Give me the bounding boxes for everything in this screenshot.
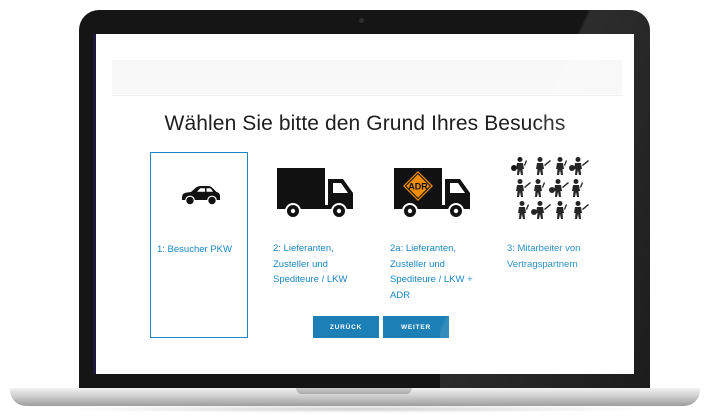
worker-figure-icon [569, 157, 589, 175]
option-visitor-car[interactable]: 1: Besucher PKW [150, 152, 248, 338]
page-title: Wählen Sie bitte den Grund Ihres Besuchs [164, 112, 566, 135]
laptop-base-notch [296, 388, 412, 394]
option-label: 1: Besucher PKW [157, 244, 232, 255]
worker-figure-icon [556, 201, 567, 219]
adr-badge: ADR [408, 182, 428, 192]
workers-icon [500, 154, 598, 220]
camera-icon [359, 18, 364, 23]
laptop-shadow [60, 405, 650, 413]
hazmat-truck-icon: ADR [383, 159, 481, 225]
option-contractor-workers[interactable]: 3: Mitarbeiter von Vertragspartnern [500, 152, 598, 338]
worker-figure-icon [531, 201, 551, 219]
option-label: 2a: Lieferanten, Zusteller und Spediteur… [390, 243, 473, 301]
worker-figure-icon [534, 179, 545, 197]
worker-figure-icon [518, 201, 529, 219]
worker-figure-icon [556, 157, 567, 175]
option-label: 3: Mitarbeiter von Vertragspartnern [507, 243, 581, 270]
back-button[interactable]: ZURÜCK [313, 316, 379, 338]
header-bar [112, 60, 622, 94]
header-divider [112, 95, 622, 96]
worker-figure-icon [511, 157, 527, 175]
option-truck[interactable]: 2: Lieferanten, Zusteller und Spediteure… [266, 152, 364, 338]
worker-figure-icon [516, 179, 531, 197]
car-icon [151, 161, 249, 227]
worker-figure-icon [572, 179, 583, 197]
laptop-screen: Wählen Sie bitte den Grund Ihres Besuchs… [93, 34, 634, 374]
worker-figure-icon [536, 157, 551, 175]
option-truck-adr[interactable]: ADR 2a: Lieferanten, Zusteller und Spedi… [383, 152, 481, 338]
next-button[interactable]: WEITER [383, 316, 449, 338]
truck-icon [266, 159, 364, 225]
worker-figure-icon [574, 201, 589, 219]
worker-figure-icon [549, 179, 569, 197]
option-label: 2: Lieferanten, Zusteller und Spediteure… [273, 243, 348, 285]
